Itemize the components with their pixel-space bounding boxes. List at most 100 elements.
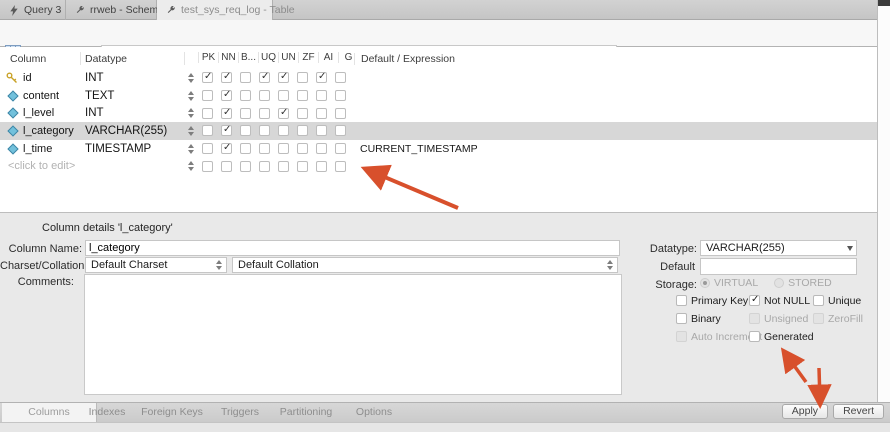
grid-checkbox[interactable] — [259, 161, 270, 172]
checkbox-icon[interactable] — [749, 295, 760, 306]
grid-header-check-label[interactable]: ZF — [298, 52, 318, 63]
grid-checkbox[interactable] — [221, 161, 232, 172]
grid-header-check-label[interactable]: UN — [278, 52, 298, 63]
grid-checkbox[interactable] — [335, 72, 346, 83]
grid-checkbox[interactable] — [259, 72, 270, 83]
grid-checkbox[interactable] — [202, 125, 213, 136]
grid-checkbox[interactable] — [316, 143, 327, 154]
checkbox-icon[interactable] — [676, 331, 687, 342]
grid-checkbox[interactable] — [278, 125, 289, 136]
table-row[interactable]: l_time TIMESTAMP CURRENT_TIMESTAMP — [0, 140, 877, 158]
table-row[interactable]: id INT — [0, 69, 877, 87]
datatype-stepper-icon[interactable] — [188, 161, 195, 171]
grid-checkbox[interactable] — [259, 108, 270, 119]
right-scrollbar-strip[interactable] — [877, 0, 890, 402]
grid-checkbox[interactable] — [221, 108, 232, 119]
datatype-stepper-icon[interactable] — [188, 73, 195, 83]
grid-checkbox[interactable] — [316, 72, 327, 83]
datatype-stepper-icon[interactable] — [188, 108, 195, 118]
grid-checkbox[interactable] — [316, 90, 327, 101]
checkbox-icon[interactable] — [676, 295, 687, 306]
column-datatype-cell[interactable]: TIMESTAMP — [85, 143, 151, 155]
default-input[interactable] — [700, 258, 857, 275]
grid-checkbox[interactable] — [278, 143, 289, 154]
grid-checkbox[interactable] — [202, 143, 213, 154]
grid-checkbox[interactable] — [240, 72, 251, 83]
checkbox-icon[interactable] — [676, 313, 687, 324]
grid-header-check-label[interactable]: UQ — [258, 52, 278, 63]
flag-option[interactable]: Unsigned — [749, 312, 813, 325]
grid-checkbox[interactable] — [221, 125, 232, 136]
grid-checkbox[interactable] — [335, 143, 346, 154]
grid-checkbox[interactable] — [259, 125, 270, 136]
column-datatype-cell[interactable]: INT — [85, 107, 104, 119]
column-name-input[interactable] — [85, 240, 620, 256]
editor-tab[interactable]: test_sys_req_log - Table — [157, 0, 273, 20]
grid-checkbox[interactable] — [316, 161, 327, 172]
grid-header-column[interactable]: Column — [10, 53, 46, 65]
grid-checkbox[interactable] — [221, 90, 232, 101]
datatype-stepper-icon[interactable] — [188, 126, 195, 136]
flag-option[interactable]: Auto Increment — [676, 330, 749, 343]
column-name-cell[interactable]: id — [23, 72, 32, 84]
column-name-cell[interactable]: <click to edit> — [8, 160, 75, 172]
grid-checkbox[interactable] — [335, 108, 346, 119]
flag-option[interactable]: Primary Key — [676, 294, 749, 307]
column-datatype-cell[interactable]: TEXT — [85, 90, 114, 102]
grid-checkbox[interactable] — [297, 72, 308, 83]
checkbox-icon[interactable] — [813, 313, 824, 324]
grid-header-check-label[interactable]: PK — [198, 52, 218, 63]
column-name-cell[interactable]: content — [23, 90, 59, 102]
checkbox-icon[interactable] — [749, 331, 760, 342]
grid-checkbox[interactable] — [221, 72, 232, 83]
grid-checkbox[interactable] — [278, 90, 289, 101]
radio-icon[interactable] — [774, 278, 784, 288]
grid-checkbox[interactable] — [316, 108, 327, 119]
grid-header-check-label[interactable]: AI — [318, 52, 338, 63]
checkbox-icon[interactable] — [749, 313, 760, 324]
comments-textarea[interactable] — [84, 274, 622, 395]
grid-checkbox[interactable] — [202, 90, 213, 101]
grid-checkbox[interactable] — [297, 108, 308, 119]
datatype-stepper-icon[interactable] — [188, 91, 195, 101]
checkbox-icon[interactable] — [813, 295, 824, 306]
grid-checkbox[interactable] — [240, 108, 251, 119]
grid-checkbox[interactable] — [297, 90, 308, 101]
grid-checkbox[interactable] — [335, 125, 346, 136]
grid-checkbox[interactable] — [202, 161, 213, 172]
storage-radio[interactable]: STORED — [774, 277, 832, 289]
grid-header-default[interactable]: Default / Expression — [354, 53, 455, 65]
column-datatype-cell[interactable]: VARCHAR(255) — [85, 125, 167, 137]
grid-checkbox[interactable] — [259, 90, 270, 101]
grid-header-check-label[interactable]: B... — [238, 52, 258, 63]
grid-checkbox[interactable] — [278, 72, 289, 83]
grid-checkbox[interactable] — [202, 108, 213, 119]
grid-checkbox[interactable] — [278, 108, 289, 119]
storage-radio[interactable]: VIRTUAL — [700, 277, 758, 289]
grid-checkbox[interactable] — [335, 90, 346, 101]
charset-select[interactable]: Default Charset — [85, 257, 227, 273]
grid-checkbox[interactable] — [202, 72, 213, 83]
grid-header-check-label[interactable]: NN — [218, 52, 238, 63]
grid-checkbox[interactable] — [240, 161, 251, 172]
grid-checkbox[interactable] — [335, 161, 346, 172]
action-button[interactable]: Revert — [833, 404, 884, 419]
table-row[interactable]: content TEXT — [0, 87, 877, 105]
table-row[interactable]: l_level INT — [0, 104, 877, 122]
action-button[interactable]: Apply — [782, 404, 828, 419]
flag-option[interactable]: Binary — [676, 312, 749, 325]
flag-option[interactable]: Generated — [749, 330, 813, 343]
grid-checkbox[interactable] — [316, 125, 327, 136]
table-row[interactable]: <click to edit> — [0, 157, 877, 175]
collation-select[interactable]: Default Collation — [232, 257, 618, 273]
grid-checkbox[interactable] — [240, 125, 251, 136]
column-default-cell[interactable]: CURRENT_TIMESTAMP — [360, 143, 478, 155]
column-name-cell[interactable]: l_category — [23, 125, 74, 137]
grid-checkbox[interactable] — [259, 143, 270, 154]
editor-tab[interactable]: Query 3 — [0, 0, 66, 20]
grid-checkbox[interactable] — [297, 161, 308, 172]
grid-checkbox[interactable] — [297, 125, 308, 136]
grid-checkbox[interactable] — [297, 143, 308, 154]
datatype-stepper-icon[interactable] — [188, 144, 195, 154]
grid-checkbox[interactable] — [221, 143, 232, 154]
